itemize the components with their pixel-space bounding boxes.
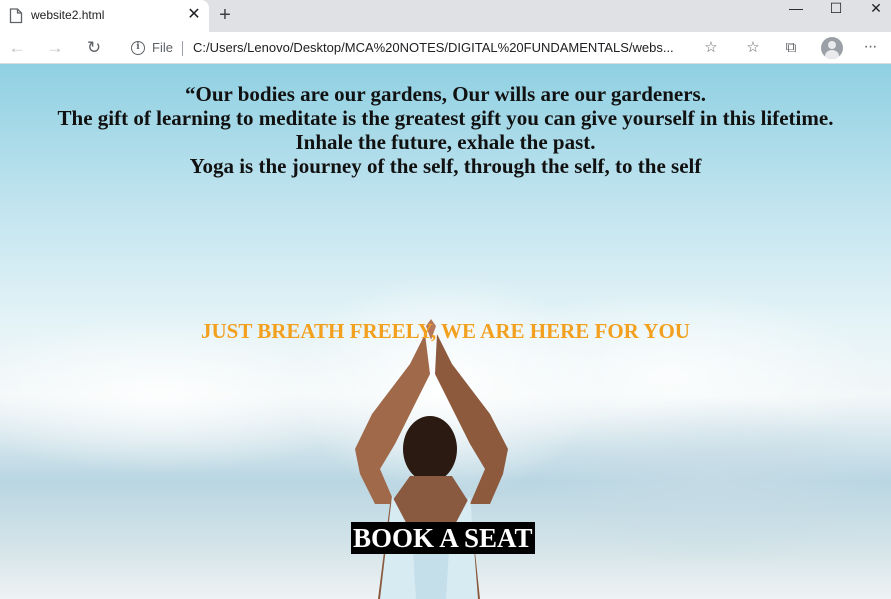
url-text[interactable]: C:/Users/Lenovo/Desktop/MCA%20NOTES/DIGI… xyxy=(193,40,674,55)
minimize-icon[interactable]: — xyxy=(776,0,816,20)
forward-icon[interactable]: → xyxy=(45,38,65,58)
back-icon[interactable]: ← xyxy=(7,38,27,58)
quote-line: The gift of learning to meditate is the … xyxy=(57,106,834,130)
browser-toolbar: ← → ↻ i File C:/Users/Lenovo/Desktop/MCA… xyxy=(0,32,891,64)
info-icon[interactable]: i xyxy=(131,41,145,55)
close-tab-icon[interactable]: ✕ xyxy=(186,7,202,23)
tab-website2[interactable]: website2.html ✕ xyxy=(0,0,209,32)
book-a-seat-button[interactable]: BOOK A SEAT xyxy=(351,522,535,554)
more-icon[interactable]: ··· xyxy=(860,38,880,58)
page-viewport: “Our bodies are our gardens, Our wills a… xyxy=(0,64,891,599)
maximize-icon[interactable]: ☐ xyxy=(816,0,856,20)
address-separator xyxy=(182,41,183,56)
tab-strip: website2.html ✕ + — ☐ ✕ xyxy=(0,0,891,32)
scheme-label: File xyxy=(152,40,173,55)
new-tab-icon[interactable]: + xyxy=(215,5,235,25)
add-favorite-icon[interactable]: ☆ xyxy=(701,38,721,58)
address-bar[interactable]: i File C:/Users/Lenovo/Desktop/MCA%20NOT… xyxy=(118,35,730,61)
quote-line: “Our bodies are our gardens, Our wills a… xyxy=(185,82,706,106)
quote-line: Yoga is the journey of the self, through… xyxy=(189,154,702,178)
reload-icon[interactable]: ↻ xyxy=(84,38,104,58)
profile-icon[interactable] xyxy=(821,37,843,59)
quote-line: Inhale the future, exhale the past. xyxy=(295,130,596,154)
quote-block: “Our bodies are our gardens, Our wills a… xyxy=(0,82,891,178)
document-icon xyxy=(9,8,23,24)
tagline: JUST BREATH FREELY, WE ARE HERE FOR YOU xyxy=(201,319,690,343)
collections-icon[interactable]: ⧉ xyxy=(781,38,801,58)
favorites-icon[interactable]: ☆ xyxy=(743,38,763,58)
tab-title: website2.html xyxy=(31,8,105,22)
window-close-icon[interactable]: ✕ xyxy=(856,0,891,20)
